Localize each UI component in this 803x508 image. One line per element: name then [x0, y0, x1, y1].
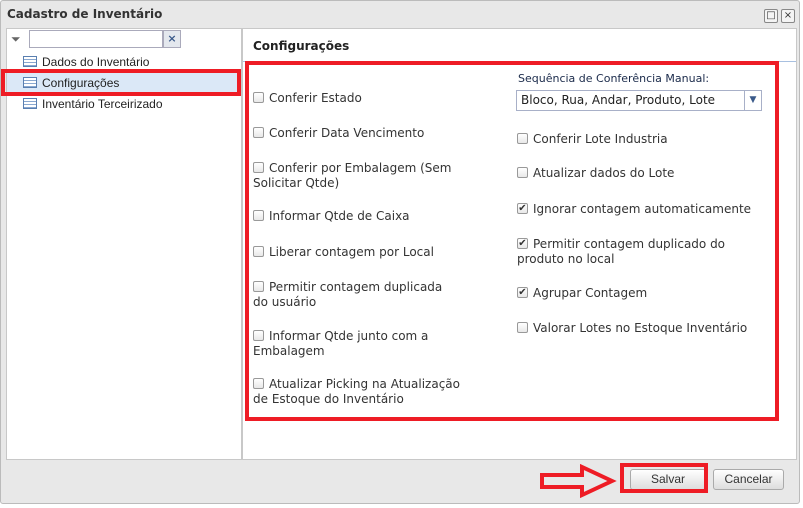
checkbox-unchecked[interactable]: [517, 133, 528, 144]
checkbox-option[interactable]: Liberar contagem por Local: [253, 245, 483, 260]
dialog-title: Cadastro de Inventário: [7, 7, 163, 21]
cancel-button[interactable]: Cancelar: [713, 469, 784, 490]
highlight-box: [1, 69, 241, 96]
checkbox-option[interactable]: Conferir Estado: [253, 91, 483, 106]
checkbox-option[interactable]: Conferir Lote Industria: [517, 132, 757, 147]
checkbox-label: Ignorar contagem automaticamente: [533, 202, 752, 216]
checkbox-option[interactable]: Atualizar Picking na Atualização de Esto…: [253, 377, 463, 407]
page-title: Configurações: [253, 39, 350, 53]
clear-filter-button[interactable]: ×: [163, 30, 181, 48]
checkbox-label: Atualizar dados do Lote: [533, 166, 675, 180]
checkbox-unchecked[interactable]: [517, 167, 528, 178]
arrow-right-icon: [540, 464, 617, 498]
checkbox-label: Valorar Lotes no Estoque Inventário: [533, 321, 748, 335]
checkbox-label: Agrupar Contagem: [533, 286, 648, 300]
list-icon: [23, 56, 37, 67]
checkbox-label: Conferir Data Vencimento: [269, 126, 425, 140]
checkbox-label: Conferir Estado: [269, 91, 362, 105]
checkbox-unchecked[interactable]: [253, 330, 264, 341]
checkbox-label: Permitir contagem duplicado do produto n…: [517, 237, 726, 266]
checkbox-option[interactable]: ✔ Agrupar Contagem: [517, 286, 757, 301]
filter-icon: ⏷: [11, 32, 21, 46]
checkbox-unchecked[interactable]: [253, 127, 264, 138]
close-button[interactable]: ×: [781, 9, 795, 23]
checkbox-checked[interactable]: ✔: [517, 287, 528, 298]
highlight-box: [620, 463, 708, 493]
checkbox-option[interactable]: Conferir Data Vencimento: [253, 126, 483, 141]
checkbox-option[interactable]: Atualizar dados do Lote: [517, 166, 757, 181]
checkbox-unchecked[interactable]: [253, 210, 264, 221]
checkbox-option[interactable]: ✔ Permitir contagem duplicado do produto …: [517, 237, 757, 267]
checkbox-option[interactable]: Informar Qtde junto com a Embalagem: [253, 329, 433, 359]
checkbox-option[interactable]: Conferir por Embalagem (Sem Solicitar Qt…: [253, 161, 483, 191]
checkbox-label: Permitir contagem duplicada do usuário: [253, 280, 443, 309]
checkbox-unchecked[interactable]: [253, 162, 264, 173]
checkbox-label: Informar Qtde junto com a Embalagem: [253, 329, 429, 358]
checkbox-label: Conferir Lote Industria: [533, 132, 668, 146]
checkbox-unchecked[interactable]: [517, 322, 528, 333]
checkbox-option[interactable]: Valorar Lotes no Estoque Inventário: [517, 321, 757, 336]
checkbox-unchecked[interactable]: [253, 378, 264, 389]
sidebar-item-terceirizado[interactable]: Inventário Terceirizado: [7, 94, 241, 114]
checkbox-unchecked[interactable]: [253, 281, 264, 292]
checkbox-option[interactable]: Informar Qtde de Caixa: [253, 209, 483, 224]
checkbox-label: Atualizar Picking na Atualização de Esto…: [253, 377, 461, 406]
filter-input[interactable]: [29, 30, 163, 48]
checkbox-checked[interactable]: ✔: [517, 238, 528, 249]
checkbox-checked[interactable]: ✔: [517, 203, 528, 214]
checkbox-label: Liberar contagem por Local: [269, 245, 434, 259]
checkbox-unchecked[interactable]: [253, 246, 264, 257]
checkbox-label: Informar Qtde de Caixa: [269, 209, 410, 223]
maximize-button[interactable]: □: [764, 9, 778, 23]
checkbox-option[interactable]: Permitir contagem duplicada do usuário: [253, 280, 453, 310]
checkbox-unchecked[interactable]: [253, 92, 264, 103]
checkbox-label: Conferir por Embalagem (Sem Solicitar Qt…: [253, 161, 452, 190]
list-icon: [23, 98, 37, 109]
checkbox-option[interactable]: ✔ Ignorar contagem automaticamente: [517, 202, 757, 217]
